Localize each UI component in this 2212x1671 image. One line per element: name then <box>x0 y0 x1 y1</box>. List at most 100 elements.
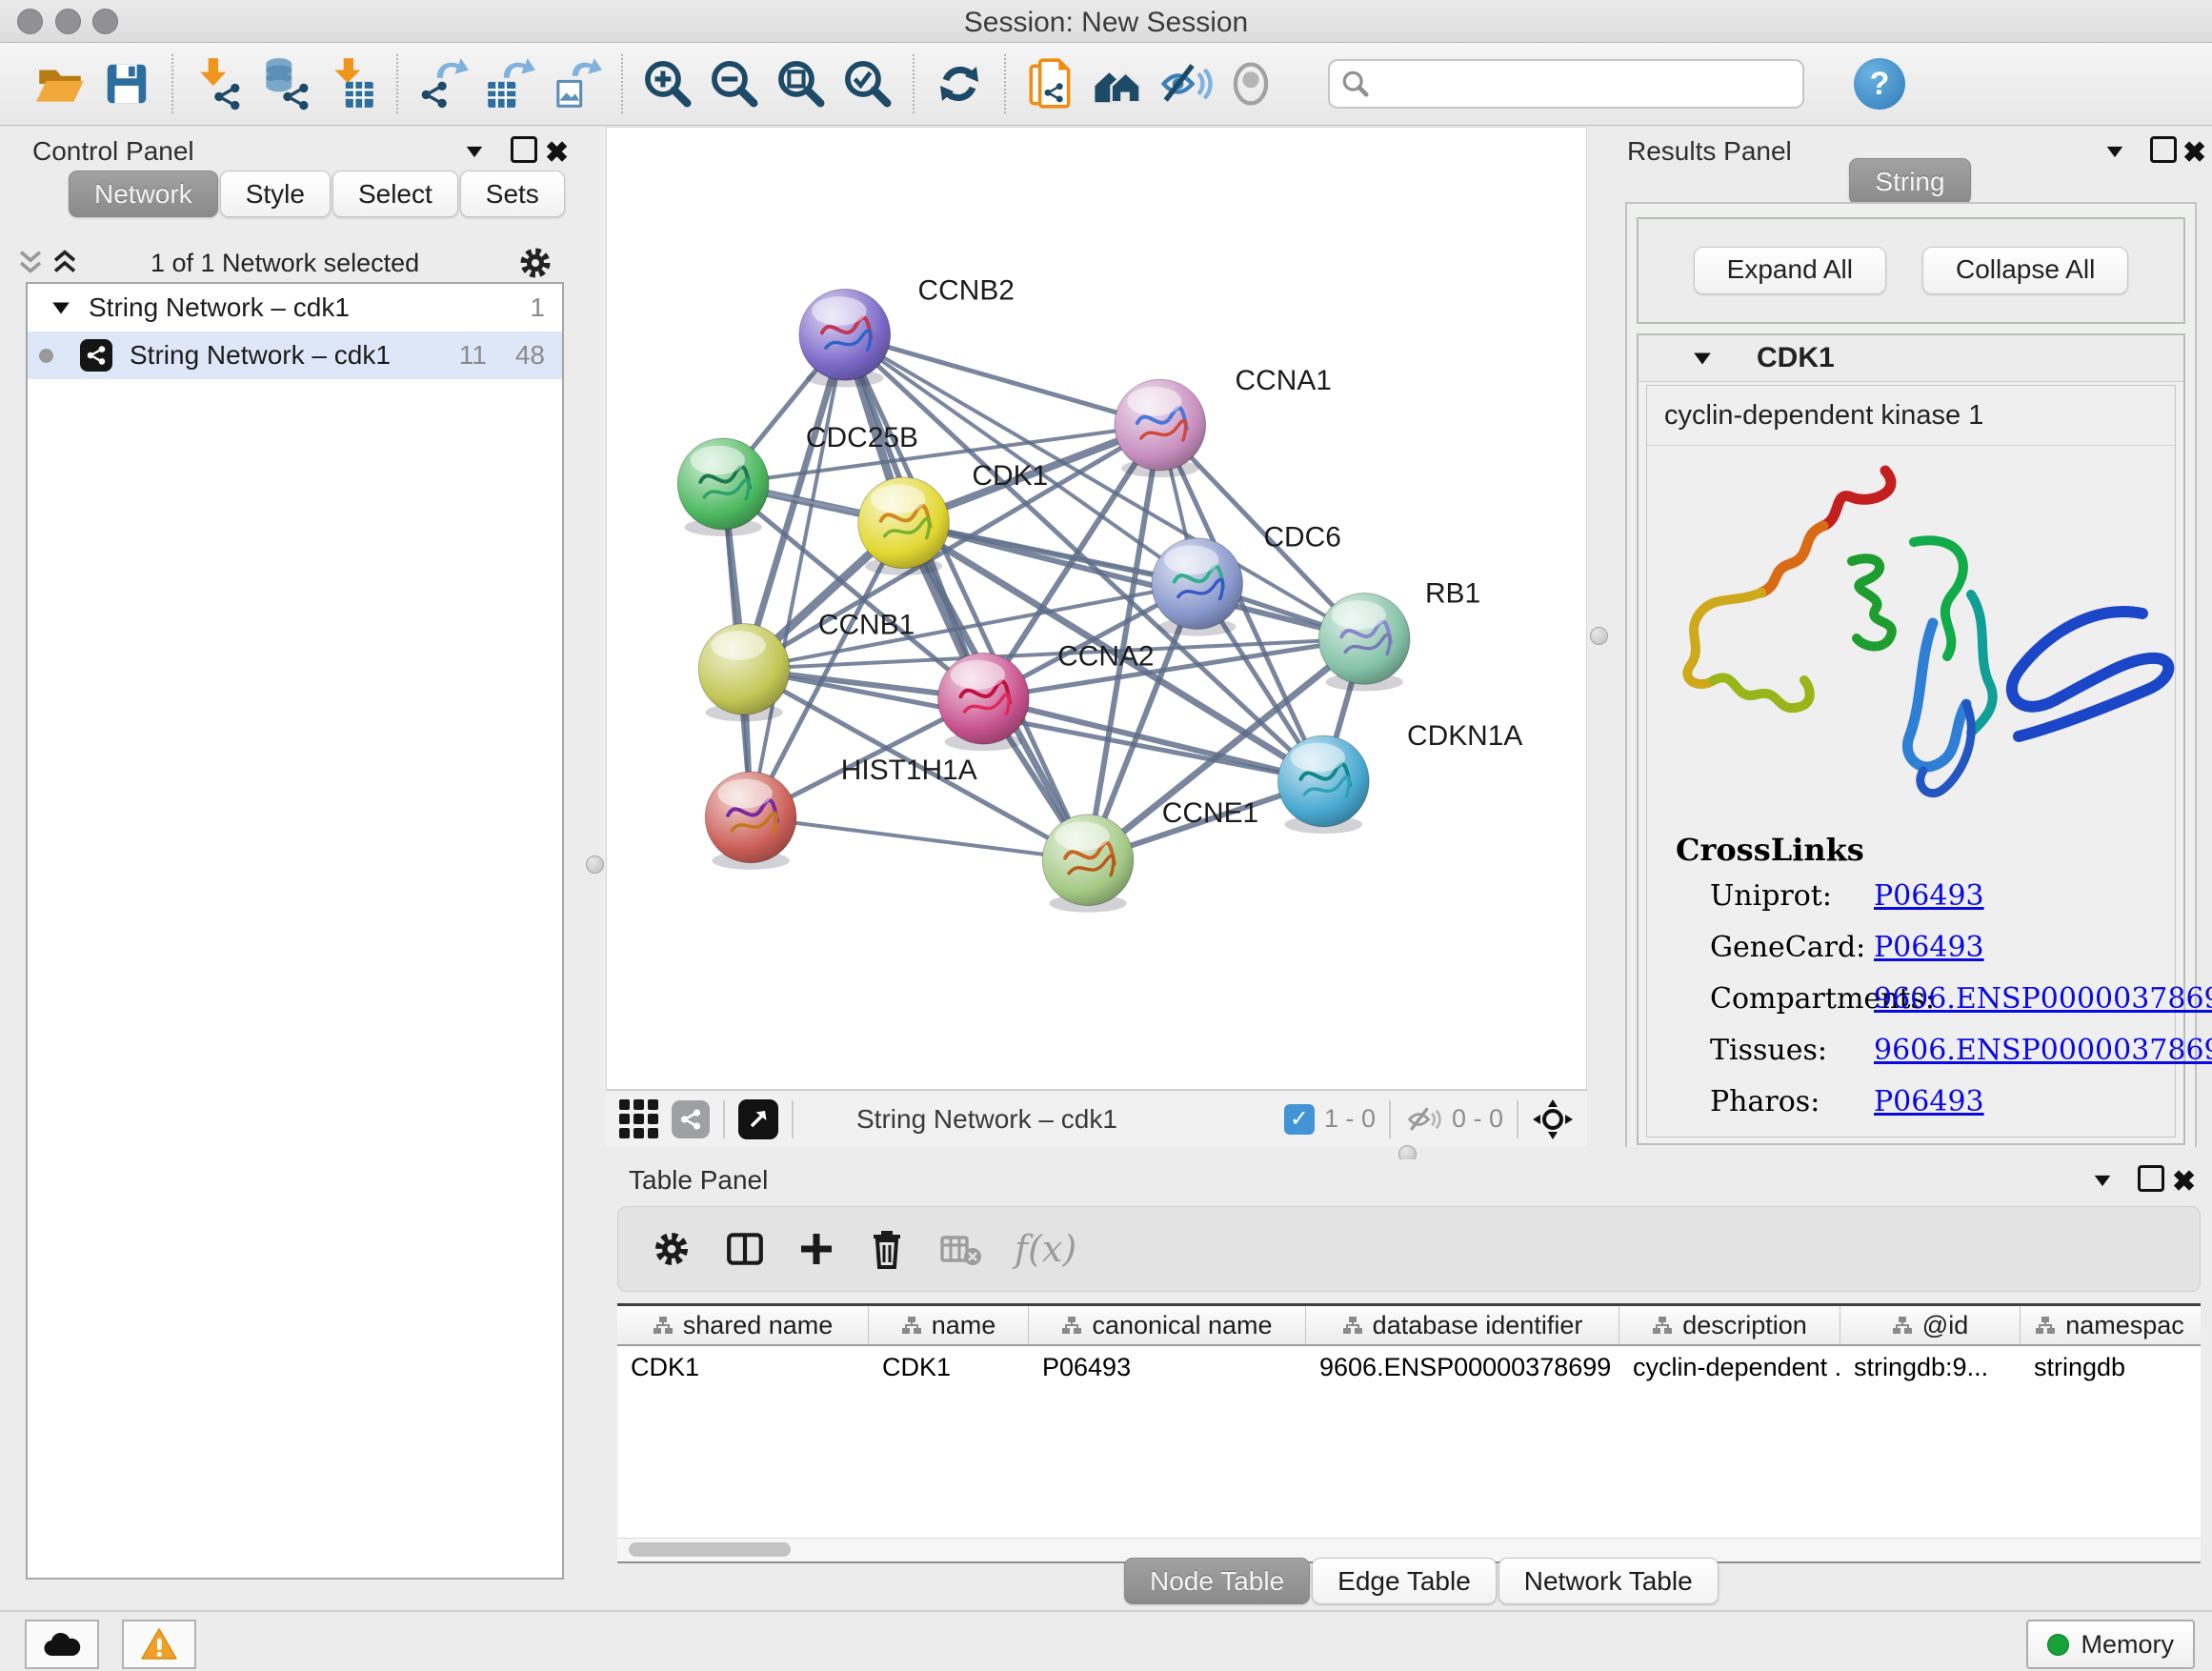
attribute-icon <box>1652 1316 1673 1335</box>
right-splitter[interactable] <box>1587 127 1610 1165</box>
crosslink-link[interactable]: P06493 <box>1874 879 1984 913</box>
clone-network-button[interactable] <box>1017 53 1084 114</box>
column-header[interactable]: database identifier <box>1306 1306 1619 1344</box>
right-splitter-handle[interactable] <box>1590 627 1608 645</box>
bottom-splitter[interactable] <box>606 1147 2212 1159</box>
collection-label: String Network – cdk1 <box>89 292 350 323</box>
gene-details: cyclin-dependent kinase 1 <box>1646 385 2176 1137</box>
columns-icon[interactable] <box>725 1229 765 1269</box>
help-button[interactable]: ? <box>1854 58 1905 110</box>
open-session-button[interactable] <box>27 53 93 114</box>
network-row[interactable]: String Network – cdk1 11 48 <box>28 332 562 379</box>
refresh-view-button[interactable] <box>926 53 993 114</box>
node-label: CCNA2 <box>1057 640 1154 672</box>
table-hscrollbar-thumb[interactable] <box>629 1542 791 1557</box>
network-canvas[interactable]: CCNB2CCNA1CDC25BCDK1CDC6RB1CCNB1CCNA2CDK… <box>607 128 1586 1089</box>
detach-view-icon[interactable] <box>738 1099 778 1139</box>
crosslink-link[interactable]: 9606.ENSP00000378699 <box>1874 1034 2212 1067</box>
tab-select[interactable]: Select <box>332 171 458 217</box>
tab-style[interactable]: Style <box>220 171 331 217</box>
column-header[interactable]: namespac <box>2021 1306 2199 1344</box>
table-gear-icon[interactable] <box>651 1228 693 1270</box>
expand-all-button[interactable]: Expand All <box>1694 247 1886 294</box>
import-network-file-button[interactable] <box>185 53 251 114</box>
import-network-database-button[interactable] <box>251 53 318 114</box>
panel-menu-icon[interactable] <box>464 136 485 166</box>
column-header[interactable]: name <box>869 1306 1029 1344</box>
zoom-selected-icon <box>842 58 894 110</box>
network-edge[interactable] <box>751 817 1088 860</box>
collapse-all-icon[interactable] <box>13 247 48 279</box>
tab-sets[interactable]: Sets <box>460 171 565 217</box>
zoom-in-button[interactable] <box>634 53 701 114</box>
export-table-button[interactable] <box>476 53 543 114</box>
tab-node-table[interactable]: Node Table <box>1124 1558 1310 1604</box>
tree-expand-icon[interactable] <box>52 302 70 313</box>
warnings-button[interactable] <box>122 1620 196 1669</box>
section-collapse-icon[interactable] <box>1694 352 1711 364</box>
node-gloss <box>1291 743 1345 773</box>
toolbar-separator <box>171 54 173 113</box>
panel-close-icon[interactable]: ✖ <box>545 136 569 170</box>
expand-all-icon[interactable] <box>48 247 82 279</box>
network-edge[interactable] <box>751 334 845 816</box>
table-panel-title: Table Panel <box>629 1165 768 1196</box>
panel-close-icon[interactable]: ✖ <box>2172 1165 2196 1198</box>
column-header[interactable]: @id <box>1840 1306 2021 1344</box>
crosslink-label: Pharos: <box>1710 1085 1874 1118</box>
node-gloss <box>871 485 925 514</box>
node-gloss <box>1331 600 1385 630</box>
import-table-file-button[interactable] <box>318 53 385 114</box>
table-row[interactable]: CDK1 CDK1 P06493 9606.ENSP00000378699 cy… <box>617 1346 2201 1388</box>
search-input[interactable] <box>1370 69 1774 100</box>
zoom-fit-button[interactable] <box>768 53 835 114</box>
import-table-icon <box>324 56 379 111</box>
crosslink-link[interactable]: P06493 <box>1874 931 1984 964</box>
toolbar-separator <box>913 54 915 113</box>
panel-float-icon[interactable] <box>511 136 537 170</box>
gear-icon[interactable] <box>516 244 554 282</box>
left-splitter[interactable] <box>583 127 606 1608</box>
gene-description: cyclin-dependent kinase 1 <box>1647 386 2175 446</box>
attribute-icon <box>2035 1316 2056 1335</box>
column-header[interactable]: shared name <box>617 1306 869 1344</box>
column-header[interactable]: description <box>1619 1306 1840 1344</box>
crosslink-link[interactable]: P06493 <box>1874 1085 1984 1118</box>
refresh-icon <box>933 57 986 111</box>
network-collection-row[interactable]: String Network – cdk1 1 <box>28 284 562 332</box>
network-edge[interactable] <box>723 425 1160 484</box>
cloud-button[interactable] <box>25 1620 99 1669</box>
panel-menu-icon[interactable] <box>2092 1165 2113 1195</box>
zoom-selected-button[interactable] <box>835 53 901 114</box>
network-type-icon <box>80 339 112 372</box>
collapse-all-button[interactable]: Collapse All <box>1922 247 2128 294</box>
tab-edge-table[interactable]: Edge Table <box>1312 1558 1497 1604</box>
tab-string[interactable]: String <box>1849 158 1970 205</box>
selected-checkbox-icon[interactable]: ✓ <box>1284 1104 1315 1135</box>
cell-namespace: stringdb <box>2021 1353 2199 1382</box>
node-gloss <box>1055 822 1109 852</box>
show-selection-button[interactable] <box>1217 53 1284 114</box>
hide-selection-button[interactable] <box>1151 53 1217 114</box>
network-status-dot <box>39 349 53 363</box>
delete-column-icon[interactable] <box>868 1229 906 1269</box>
tab-network-table[interactable]: Network Table <box>1498 1558 1719 1604</box>
left-splitter-handle[interactable] <box>586 856 604 874</box>
save-session-button[interactable] <box>93 53 160 114</box>
panel-float-icon[interactable] <box>2138 1165 2164 1198</box>
gene-section-header[interactable]: CDK1 <box>1639 335 2183 382</box>
function-builder-icon: f(x) <box>1015 1228 1076 1270</box>
birds-eye-icon[interactable] <box>1532 1098 1574 1140</box>
memory-button[interactable]: Memory <box>2026 1620 2195 1669</box>
crosslink-link[interactable]: 9606.ENSP00000378699 <box>1874 982 2212 1016</box>
export-network-icon <box>415 56 471 111</box>
grid-view-icon[interactable] <box>619 1099 658 1138</box>
export-network-button[interactable] <box>410 53 476 114</box>
network-share-icon[interactable] <box>672 1100 710 1138</box>
zoom-out-button[interactable] <box>701 53 768 114</box>
export-image-button[interactable] <box>543 53 610 114</box>
string-home-button[interactable] <box>1084 53 1151 114</box>
add-column-icon[interactable] <box>797 1230 835 1268</box>
column-header[interactable]: canonical name <box>1029 1306 1306 1344</box>
tab-network[interactable]: Network <box>69 171 218 217</box>
